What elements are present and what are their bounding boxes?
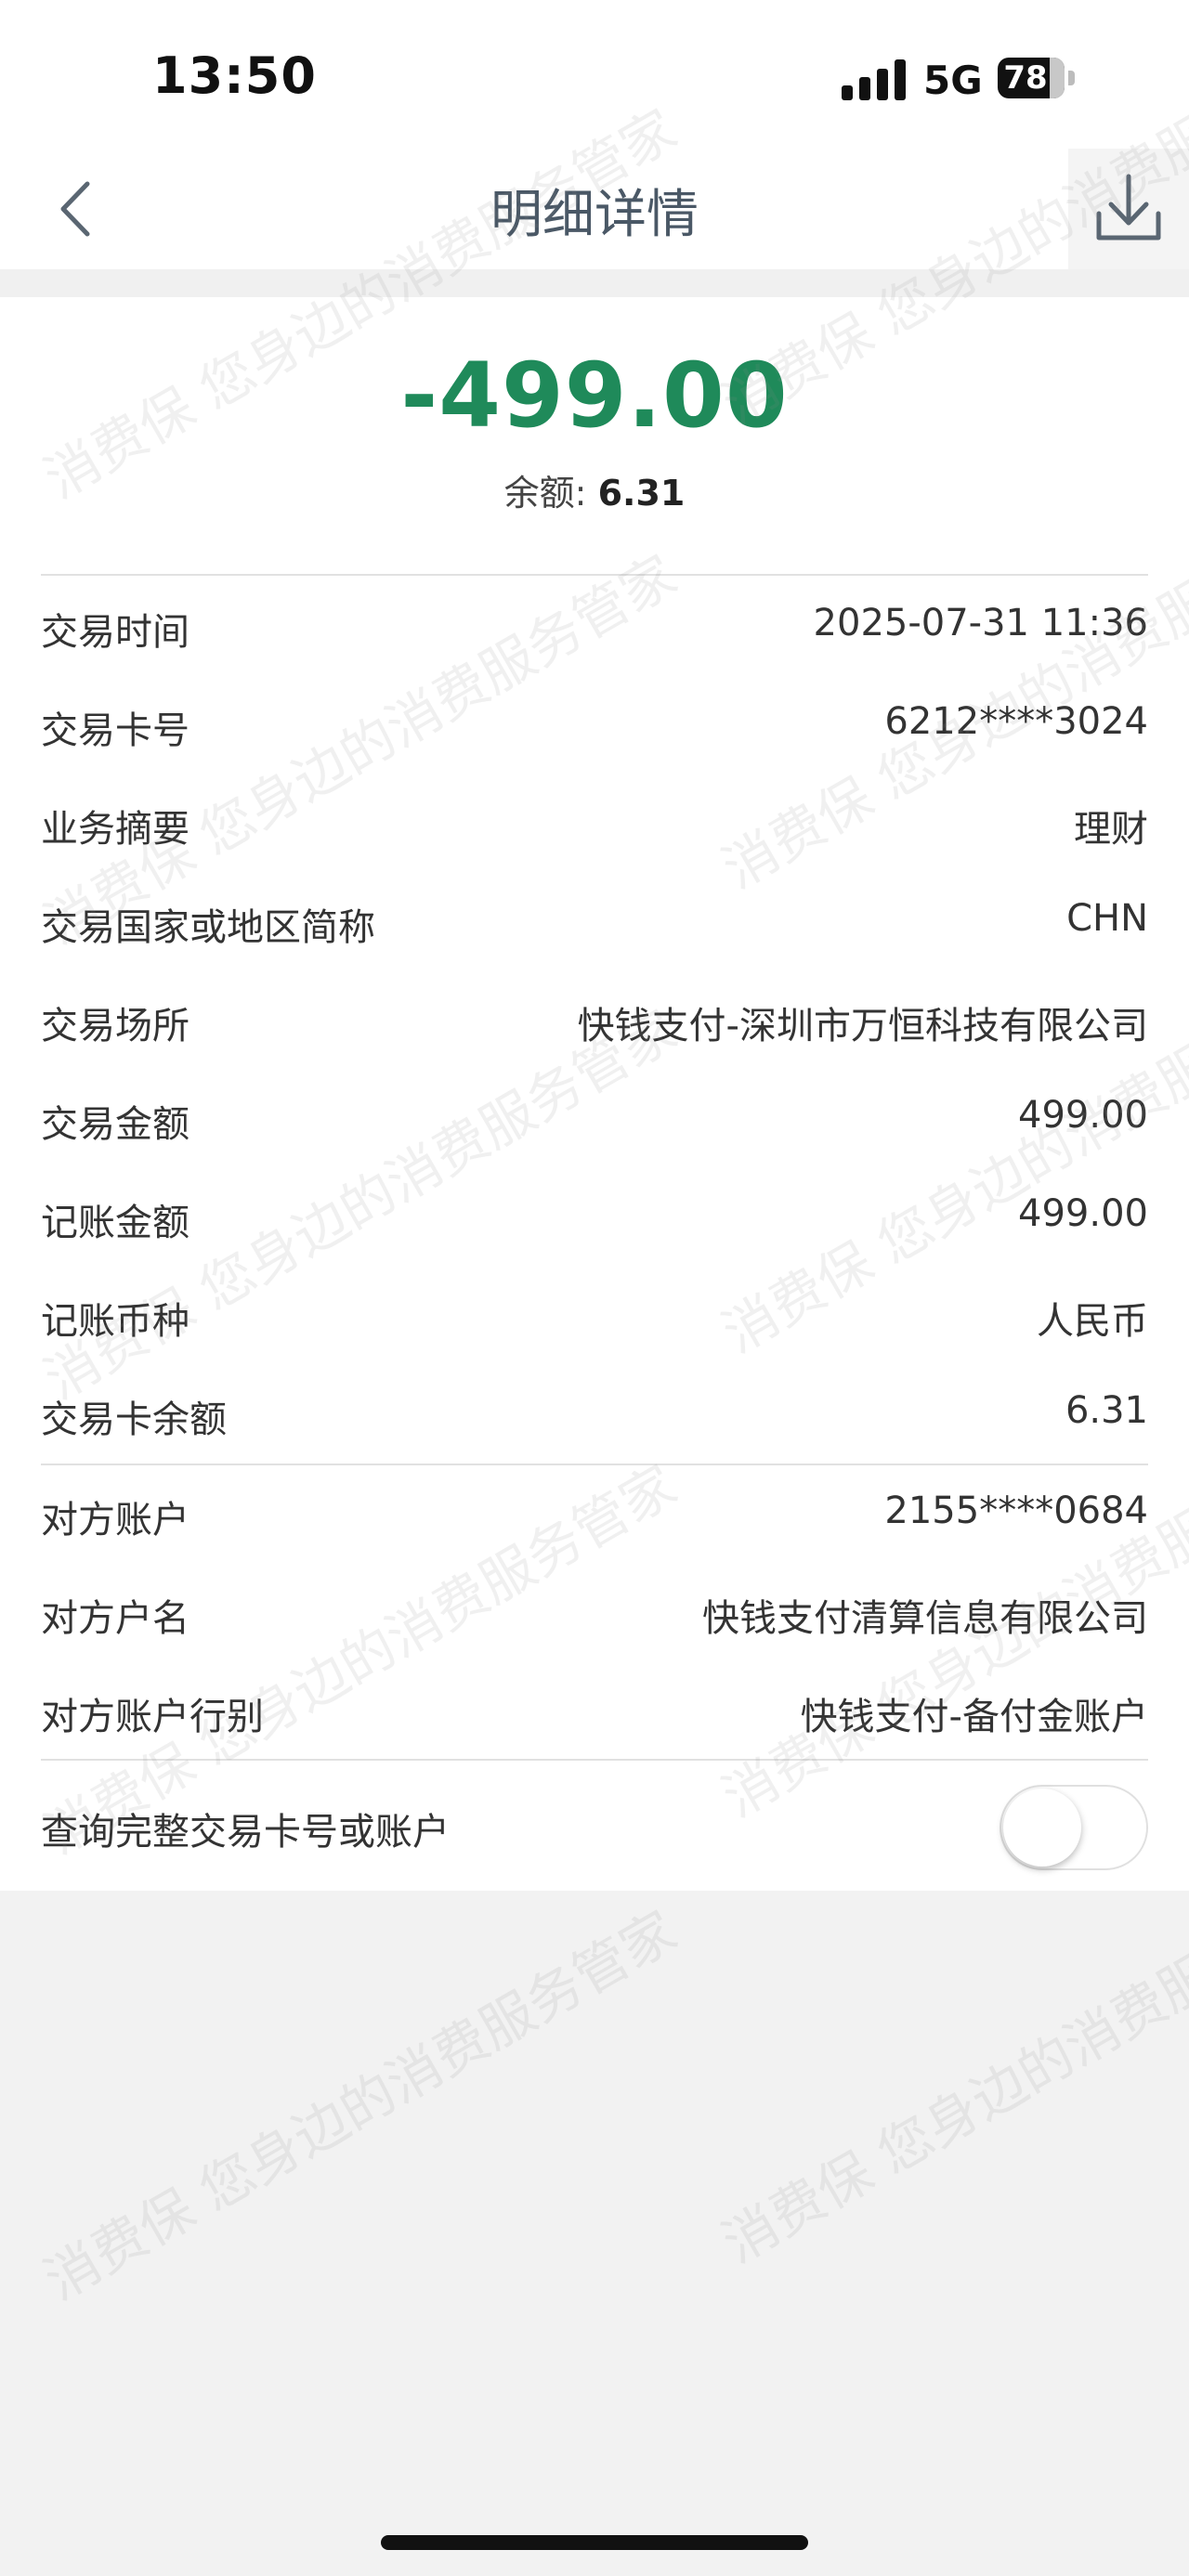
row-label: 记账金额 (41, 1202, 189, 1244)
detail-row: 业务摘要 理财 (41, 774, 1148, 873)
detail-card: -499.00 余额: 6.31 交易时间 2025-07-31 11:36 交… (0, 297, 1189, 1891)
home-indicator[interactable] (381, 2535, 808, 2550)
row-label: 交易场所 (41, 1005, 189, 1047)
row-label: 记账币种 (41, 1300, 189, 1343)
row-label: 交易金额 (41, 1103, 189, 1146)
page-title: 明细详情 (490, 185, 699, 245)
query-full-toggle[interactable] (1000, 1785, 1148, 1870)
detail-row: 记账币种 人民币 (41, 1267, 1148, 1365)
page: 13:50 5G 78 明细详情 -499.00 余额: 6.31 交易时间 2… (0, 0, 1189, 2576)
divider (41, 574, 1148, 576)
signal-icon (842, 59, 907, 100)
row-label: 业务摘要 (41, 808, 189, 851)
download-icon (1096, 174, 1161, 241)
balance-label: 余额: (503, 473, 587, 514)
row-label: 交易时间 (41, 611, 189, 654)
watermark: 消费保 您身边的消费服务管家 (33, 1899, 687, 2313)
counterparty-row: 对方账户行别 快钱支付-备付金账户 (41, 1662, 1148, 1761)
row-value: 快钱支付-备付金账户 (800, 1696, 1148, 1738)
row-label: 交易卡余额 (41, 1399, 227, 1441)
row-value: 2025-07-31 11:36 (813, 602, 1148, 644)
chevron-left-icon (60, 181, 90, 237)
row-label: 交易国家或地区简称 (41, 906, 375, 949)
detail-row: 交易国家或地区简称 CHN (41, 873, 1148, 971)
row-value: 快钱支付-深圳市万恒科技有限公司 (577, 1005, 1148, 1047)
counterparty-row: 对方户名 快钱支付清算信息有限公司 (41, 1564, 1148, 1662)
status-time: 13:50 (152, 46, 317, 105)
row-value: 人民币 (1037, 1300, 1148, 1343)
transaction-amount: -499.00 (400, 344, 789, 448)
section-gap (0, 269, 1189, 297)
balance-value: 6.31 (597, 473, 686, 514)
status-bar: 13:50 5G 78 (0, 0, 1189, 149)
row-value: 理财 (1074, 808, 1148, 851)
row-value: 6212****3024 (884, 700, 1148, 743)
row-value: 快钱支付清算信息有限公司 (702, 1597, 1148, 1640)
row-value: CHN (1066, 897, 1148, 940)
watermark: 消费保 您身边的消费服务管家 (712, 1862, 1189, 2276)
battery-level: 78 (1003, 59, 1048, 97)
query-full-row: 查询完整交易卡号或账户 (41, 1768, 1148, 1885)
row-label: 对方账户 (41, 1499, 189, 1542)
detail-row: 交易时间 2025-07-31 11:36 (41, 578, 1148, 676)
row-value: 499.00 (1018, 1192, 1148, 1235)
detail-row: 交易卡余额 6.31 (41, 1365, 1148, 1464)
row-value: 499.00 (1018, 1094, 1148, 1137)
detail-row: 交易金额 499.00 (41, 1070, 1148, 1168)
counterparty-row: 对方账户 2155****0684 (41, 1465, 1148, 1564)
balance-line: 余额: 6.31 (0, 464, 1189, 515)
download-button[interactable] (1068, 149, 1189, 269)
toggle-knob (1003, 1789, 1081, 1867)
detail-row: 交易场所 快钱支付-深圳市万恒科技有限公司 (41, 971, 1148, 1070)
nav-bar: 明细详情 (0, 149, 1189, 269)
row-label: 交易卡号 (41, 709, 189, 752)
network-type: 5G (923, 58, 983, 103)
row-value: 6.31 (1065, 1389, 1148, 1432)
battery-icon: 78 (998, 58, 1065, 98)
row-value: 2155****0684 (884, 1490, 1148, 1532)
detail-row: 交易卡号 6212****3024 (41, 676, 1148, 774)
query-full-label: 查询完整交易卡号或账户 (41, 1811, 450, 1854)
battery-cap (1068, 71, 1075, 85)
back-button[interactable] (46, 175, 111, 243)
row-label: 对方户名 (41, 1597, 189, 1640)
divider (41, 1759, 1148, 1761)
detail-row: 记账金额 499.00 (41, 1168, 1148, 1267)
row-label: 对方账户行别 (41, 1696, 264, 1738)
